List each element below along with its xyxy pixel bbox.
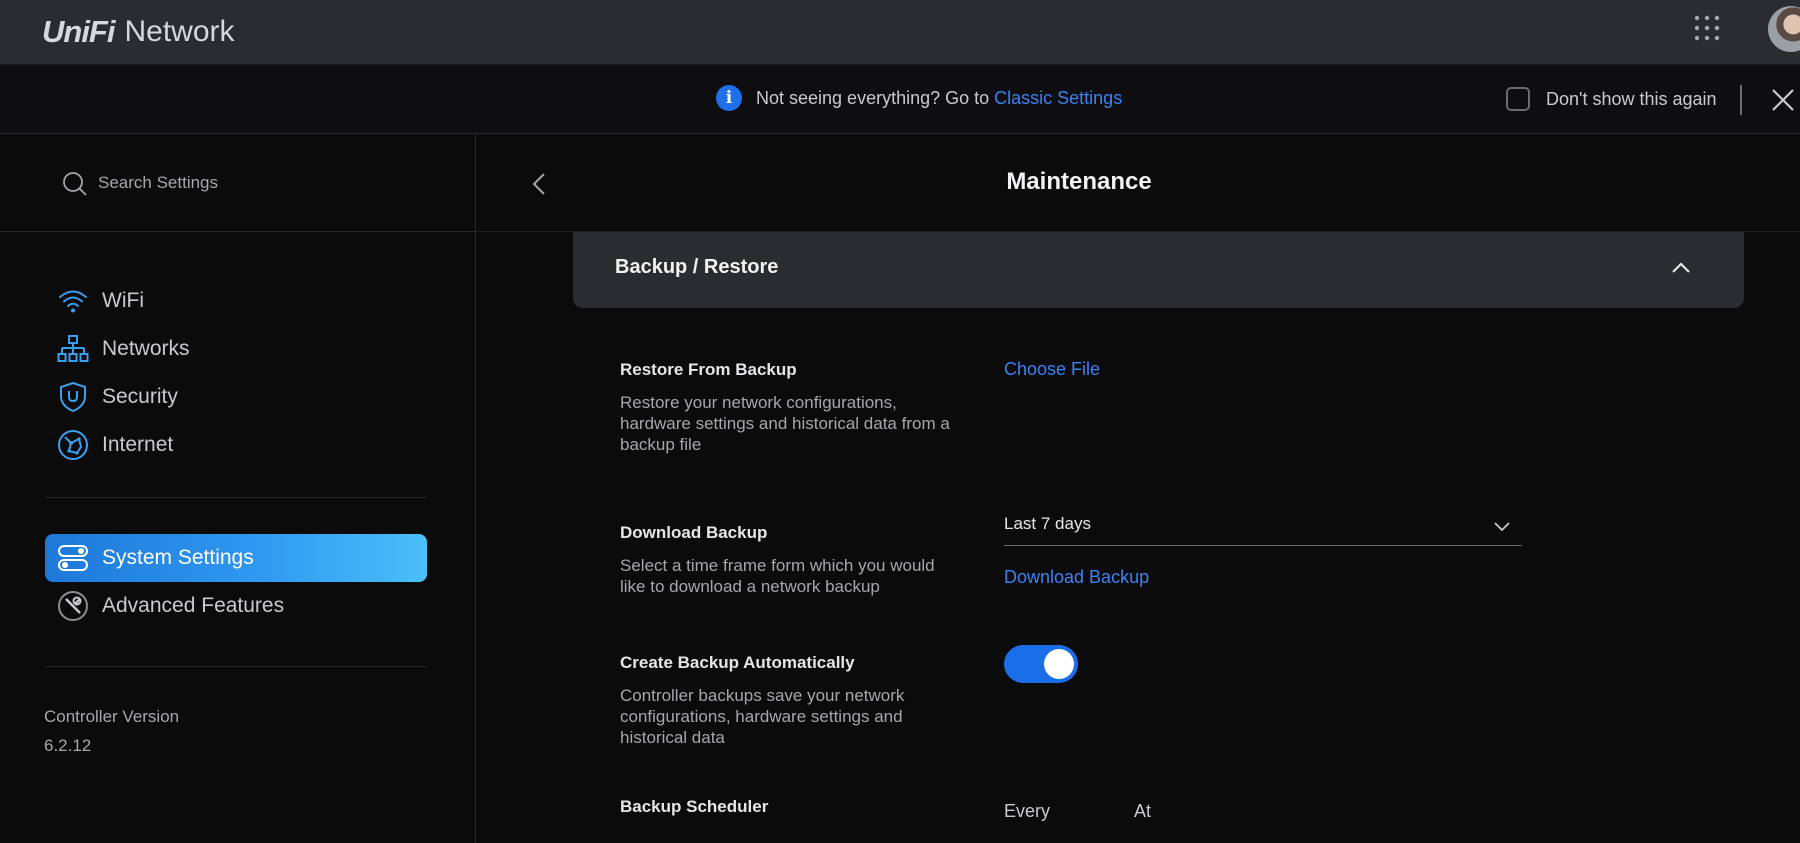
app-grid-icon[interactable] [1692, 13, 1722, 43]
restore-description: Restore your network configurations, har… [620, 393, 950, 454]
controller-version-label: Controller Version [44, 707, 180, 726]
main-content: Maintenance Backup / Restore Restore Fro… [477, 135, 1800, 843]
classic-settings-link[interactable]: Classic Settings [994, 88, 1122, 108]
user-avatar[interactable] [1768, 6, 1800, 52]
sidebar-item-system-settings[interactable]: System Settings [45, 534, 427, 582]
settings-sidebar: WiFi Networks Security [0, 135, 476, 843]
toggle-knob [1044, 649, 1074, 679]
dont-show-checkbox[interactable] [1506, 87, 1530, 111]
controller-version-value: 6.2.12 [44, 736, 92, 755]
backup-scheduler-title: Backup Scheduler [620, 797, 769, 816]
search-input[interactable] [98, 166, 428, 200]
search-icon [63, 172, 87, 196]
sidebar-item-label: Security [102, 385, 178, 408]
backup-timeframe-select[interactable]: Last 7 days [1004, 508, 1522, 546]
info-icon: i [716, 85, 742, 111]
tools-icon [55, 588, 91, 624]
sidebar-item-label: Internet [102, 433, 174, 456]
sidebar-item-networks[interactable]: Networks [45, 325, 427, 373]
network-topology-icon [55, 331, 91, 367]
download-description: Select a time frame form which you would… [620, 556, 935, 596]
schedule-at-label: At [1134, 801, 1152, 821]
logo-product: Network [124, 15, 235, 48]
notice-text: Not seeing everything? Go to Classic Sett… [756, 88, 1122, 109]
classic-settings-notice: i Not seeing everything? Go to Classic Se… [0, 65, 1800, 134]
sidebar-divider [45, 497, 427, 498]
restore-title: Restore From Backup [620, 360, 797, 379]
shield-icon [55, 379, 91, 415]
app-logo[interactable]: UniFi Network [42, 8, 235, 56]
notice-divider [1740, 85, 1742, 115]
auto-backup-description: Controller backups save your network con… [620, 686, 905, 747]
dont-show-again[interactable]: Don't show this again [1506, 87, 1717, 111]
sidebar-item-wifi[interactable]: WiFi [45, 277, 427, 325]
top-bar: UniFi Network [0, 0, 1800, 65]
page-header: Maintenance [477, 135, 1800, 232]
search-bar [0, 135, 476, 232]
sidebar-item-label: Advanced Features [102, 594, 285, 617]
sidebar-item-security[interactable]: Security [45, 373, 427, 421]
backup-restore-section-header[interactable]: Backup / Restore [573, 232, 1744, 308]
sidebar-divider [45, 666, 427, 667]
chevron-up-icon[interactable] [1669, 256, 1693, 280]
download-title: Download Backup [620, 523, 768, 542]
sidebar-item-label: WiFi [102, 289, 144, 312]
auto-backup-toggle[interactable] [1004, 645, 1078, 683]
download-backup-link[interactable]: Download Backup [1004, 567, 1149, 588]
globe-icon [55, 427, 91, 463]
sidebar-item-advanced-features[interactable]: Advanced Features [45, 582, 427, 630]
select-value: Last 7 days [1004, 514, 1091, 533]
schedule-every-label: Every [1004, 801, 1051, 821]
sidebar-item-label: Networks [102, 337, 190, 360]
notice-message: Not seeing everything? Go to [756, 88, 990, 108]
choose-file-link[interactable]: Choose File [1004, 359, 1100, 380]
close-icon[interactable] [1768, 85, 1798, 115]
logo-brand: UniFi [42, 14, 115, 49]
page-title: Maintenance [1006, 168, 1152, 195]
sidebar-item-label: System Settings [102, 546, 254, 569]
chevron-down-icon [1494, 522, 1510, 532]
section-title: Backup / Restore [615, 256, 779, 278]
toggles-icon [55, 540, 91, 576]
sidebar-item-internet[interactable]: Internet [45, 421, 427, 469]
dont-show-label: Don't show this again [1546, 88, 1717, 109]
auto-backup-title: Create Backup Automatically [620, 653, 855, 672]
wifi-icon [55, 283, 91, 319]
